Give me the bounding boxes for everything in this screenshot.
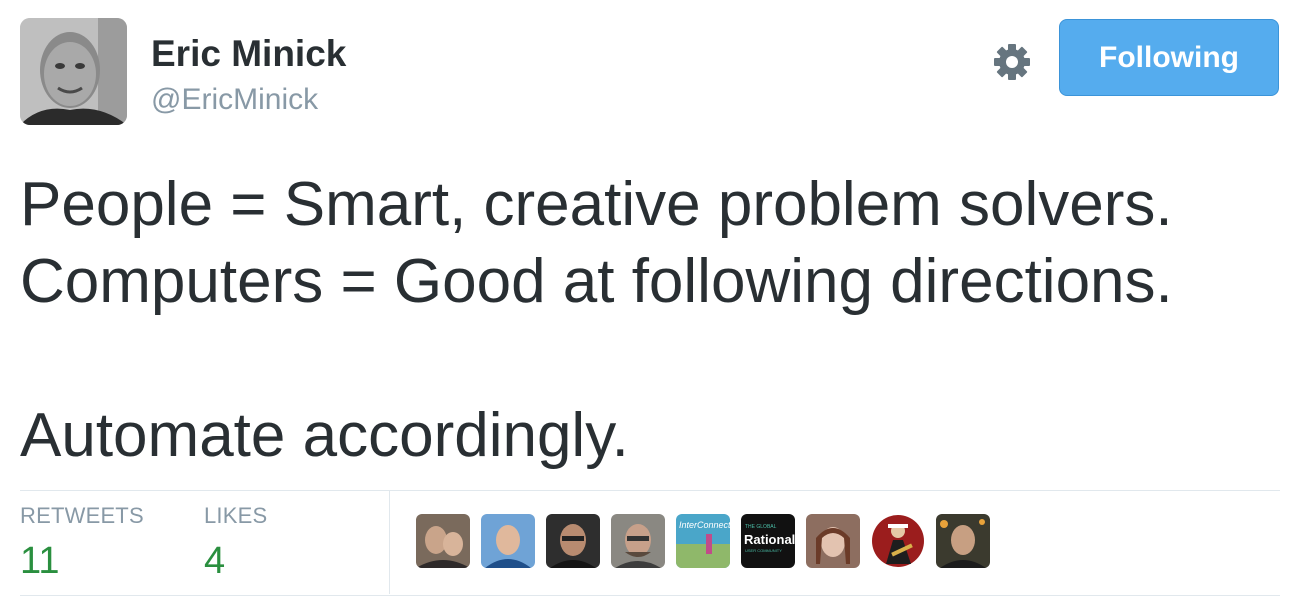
svg-text:InterConnect: InterConnect [679,520,730,530]
stats-bottom-divider [20,595,1280,596]
tweet-line: People = Smart, creative problem solvers… [20,170,1173,239]
stats-vertical-divider [389,491,390,594]
liker-avatar[interactable] [546,514,600,568]
liker-avatar[interactable] [871,514,925,568]
following-button[interactable]: Following [1059,19,1279,96]
liker-avatar[interactable] [936,514,990,568]
likers-avatar-list: InterConnect THE GLOBAL Rational USER CO… [416,514,1001,568]
tweet-line: Automate accordingly. [20,401,629,470]
svg-text:Rational: Rational [744,532,795,547]
author-handle[interactable]: @EricMinick [151,82,318,118]
liker-avatar[interactable]: THE GLOBAL Rational USER COMMUNITY [741,514,795,568]
liker-avatar[interactable] [806,514,860,568]
likes-count: 4 [204,540,226,582]
svg-text:USER COMMUNITY: USER COMMUNITY [745,548,782,553]
stats-top-divider [20,490,1280,491]
tweet-line: Computers = Good at following directions… [20,247,1173,316]
svg-text:THE GLOBAL: THE GLOBAL [745,524,777,530]
retweets-label: RETWEETS [20,503,144,528]
likes-stat[interactable]: LIKES 4 [204,503,267,583]
gear-icon[interactable] [990,40,1034,84]
liker-avatar[interactable] [481,514,535,568]
liker-avatar[interactable] [416,514,470,568]
likes-label: LIKES [204,503,268,528]
author-avatar[interactable] [20,18,127,125]
liker-avatar[interactable] [611,514,665,568]
retweets-stat[interactable]: RETWEETS 11 [20,503,144,583]
author-name[interactable]: Eric Minick [151,32,346,76]
retweets-count: 11 [20,540,60,582]
liker-avatar[interactable]: InterConnect [676,514,730,568]
tweet-text: People = Smart, creative problem solvers… [20,166,1280,474]
